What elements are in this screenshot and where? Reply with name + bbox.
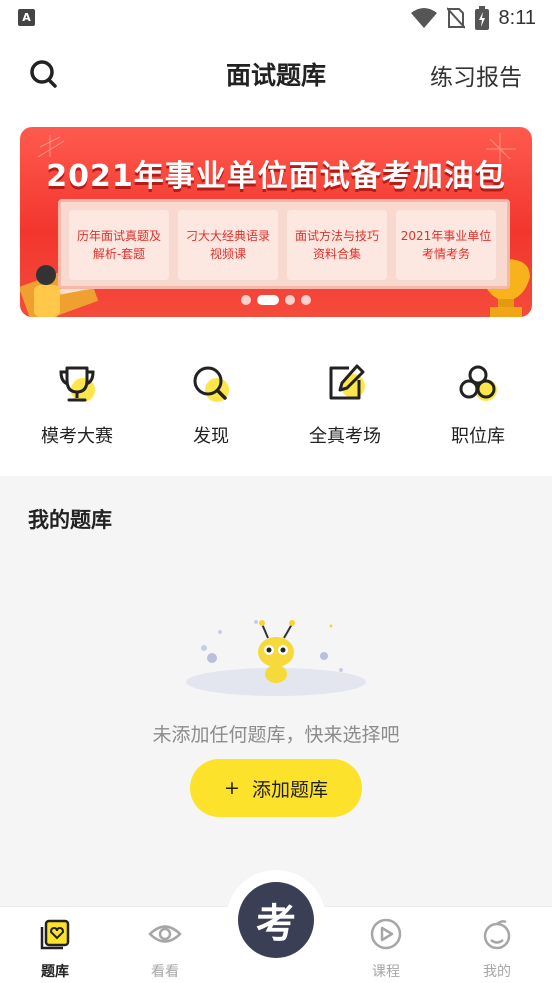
carousel-dot[interactable] — [301, 295, 311, 305]
plus-icon: + — [224, 777, 240, 799]
quick-entry-label: 全真考场 — [309, 426, 381, 447]
quick-entries: 模考大赛 发现 全真考场 职位库 — [0, 360, 552, 460]
eye-icon — [148, 925, 182, 943]
add-question-bank-button[interactable]: + 添加题库 — [190, 759, 362, 817]
tab-look[interactable]: 看看 — [110, 917, 220, 981]
banner-title: 2021年事业单位面试备考加油包 — [46, 159, 506, 194]
empty-state-mascot-icon — [186, 620, 366, 696]
promo-banner[interactable]: 2021年事业单位面试备考加油包 历年面试真题及解析-套题 刁大大经典语录视频课… — [20, 127, 532, 317]
add-button-label: 添加题库 — [251, 778, 328, 801]
banner-card: 刁大大经典语录视频课 — [178, 210, 278, 280]
quick-entry-label: 职位库 — [451, 426, 505, 447]
banner-card: 历年面试真题及解析-套题 — [69, 210, 169, 280]
quick-entry-label: 发现 — [193, 426, 229, 447]
trophy-icon — [53, 360, 101, 408]
tab-courses[interactable]: 课程 — [331, 917, 441, 981]
header: 面试题库 练习报告 — [0, 40, 552, 108]
carousel-dot[interactable] — [241, 295, 251, 305]
quick-entry-mock-contest[interactable]: 模考大赛 — [17, 360, 137, 448]
quick-entry-full-exam[interactable]: 全真考场 — [285, 360, 405, 448]
tab-question-bank[interactable]: 题库 — [0, 917, 110, 981]
quick-entry-label: 模考大赛 — [41, 426, 113, 447]
question-bank-icon — [40, 919, 70, 950]
circles-icon — [454, 360, 502, 408]
status-icons: 8:11 — [410, 6, 536, 30]
banner-card: 面试方法与技巧资料合集 — [287, 210, 387, 280]
carousel-indicator — [20, 295, 532, 305]
empty-state-text: 未添加任何题库，快来选择吧 — [152, 724, 400, 746]
carousel-dot-active[interactable] — [257, 295, 279, 305]
discover-search-icon — [187, 360, 235, 408]
battery-icon — [474, 6, 489, 30]
tab-profile[interactable]: 我的 — [442, 917, 552, 981]
clock: 8:11 — [498, 6, 536, 29]
section-title: 我的题库 — [28, 508, 112, 532]
profile-icon — [483, 920, 511, 950]
carousel-dot[interactable] — [285, 295, 295, 305]
app-notification-icon: A — [18, 9, 35, 26]
play-icon — [370, 918, 402, 950]
tab-label: 题库 — [41, 964, 69, 980]
quick-entry-position-library[interactable]: 职位库 — [418, 360, 538, 448]
search-icon — [30, 60, 57, 88]
edit-icon — [321, 360, 369, 408]
search-button[interactable] — [26, 56, 62, 92]
tab-label: 我的 — [483, 964, 511, 980]
my-question-bank-section: 我的题库 未添加任何题库，快来选择吧 + 添加题库 — [0, 476, 552, 906]
tab-label: 课程 — [372, 964, 400, 980]
practice-report-link[interactable]: 练习报告 — [430, 58, 522, 92]
tab-label: 看看 — [151, 964, 179, 980]
quick-entry-discover[interactable]: 发现 — [151, 360, 271, 448]
no-sim-icon — [446, 7, 465, 29]
wifi-icon — [410, 8, 437, 28]
status-bar: A 8:11 — [0, 0, 552, 38]
banner-card: 2021年事业单位考情考务 — [396, 210, 496, 280]
banner-board: 历年面试真题及解析-套题 刁大大经典语录视频课 面试方法与技巧资料合集 2021… — [58, 199, 510, 289]
center-exam-button[interactable]: 考 — [238, 882, 314, 958]
